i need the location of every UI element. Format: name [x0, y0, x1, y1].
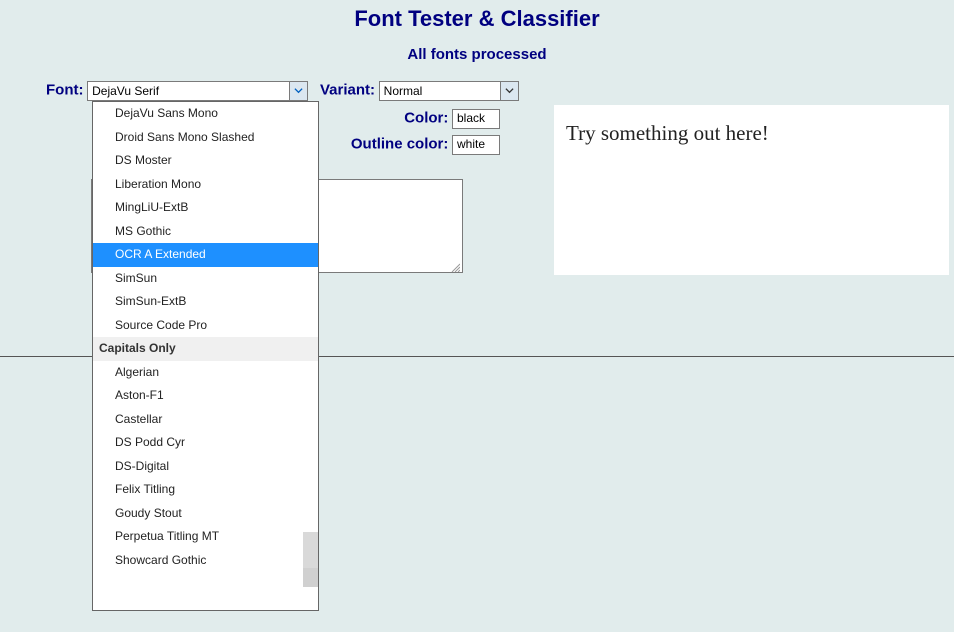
font-option[interactable]: Castellar: [93, 408, 318, 432]
variant-label: Variant:: [320, 81, 375, 98]
font-option[interactable]: Liberation Mono: [93, 173, 318, 197]
controls-area: Font: DejaVu Serif Variant: Normal Color…: [0, 81, 954, 381]
font-option[interactable]: MingLiU-ExtB: [93, 196, 318, 220]
font-label: Font:: [46, 81, 83, 98]
variant-select-value: Normal: [384, 84, 423, 98]
chevron-down-icon[interactable]: [500, 82, 518, 100]
status-line: All fonts processed: [0, 46, 954, 63]
preview-panel: Try something out here!: [554, 105, 949, 275]
font-option[interactable]: DejaVu Sans Mono: [93, 102, 318, 126]
font-option[interactable]: Goudy Stout: [93, 502, 318, 526]
font-option[interactable]: Felix Titling: [93, 478, 318, 502]
outline-color-input[interactable]: white: [452, 135, 500, 155]
font-select[interactable]: DejaVu Serif: [87, 81, 308, 101]
resize-grip-icon[interactable]: [450, 260, 460, 270]
chevron-down-icon[interactable]: [289, 82, 307, 100]
color-input[interactable]: black: [452, 109, 500, 129]
font-option[interactable]: Showcard Gothic: [93, 549, 318, 573]
variant-row: Variant: Normal: [320, 81, 519, 101]
font-option[interactable]: SimSun-ExtB: [93, 290, 318, 314]
font-option[interactable]: OCR A Extended: [93, 243, 318, 267]
color-row: Color: black: [350, 109, 500, 129]
font-option[interactable]: Perpetua Titling MT: [93, 525, 318, 549]
outline-color-row: Outline color: white: [320, 135, 500, 155]
font-option[interactable]: DS Moster: [93, 149, 318, 173]
font-option[interactable]: DS-Digital: [93, 455, 318, 479]
font-option[interactable]: SimSun: [93, 267, 318, 291]
font-row: Font: DejaVu Serif: [46, 81, 308, 101]
font-option[interactable]: MS Gothic: [93, 220, 318, 244]
font-option-group: Capitals Only: [93, 337, 318, 361]
font-option[interactable]: Source Code Pro: [93, 314, 318, 338]
font-option[interactable]: Droid Sans Mono Slashed: [93, 126, 318, 150]
font-option[interactable]: Aston-F1: [93, 384, 318, 408]
color-label: Color:: [404, 109, 448, 126]
font-option[interactable]: DS Podd Cyr: [93, 431, 318, 455]
font-option[interactable]: Algerian: [93, 361, 318, 385]
font-select-value: DejaVu Serif: [92, 84, 159, 98]
font-dropdown-list[interactable]: DejaVu Sans MonoDroid Sans Mono SlashedD…: [92, 101, 319, 611]
variant-select[interactable]: Normal: [379, 81, 519, 101]
outline-color-label: Outline color:: [351, 135, 449, 152]
scrollbar[interactable]: [303, 532, 318, 587]
page-title: Font Tester & Classifier: [0, 6, 954, 32]
preview-text: Try something out here!: [554, 105, 949, 162]
